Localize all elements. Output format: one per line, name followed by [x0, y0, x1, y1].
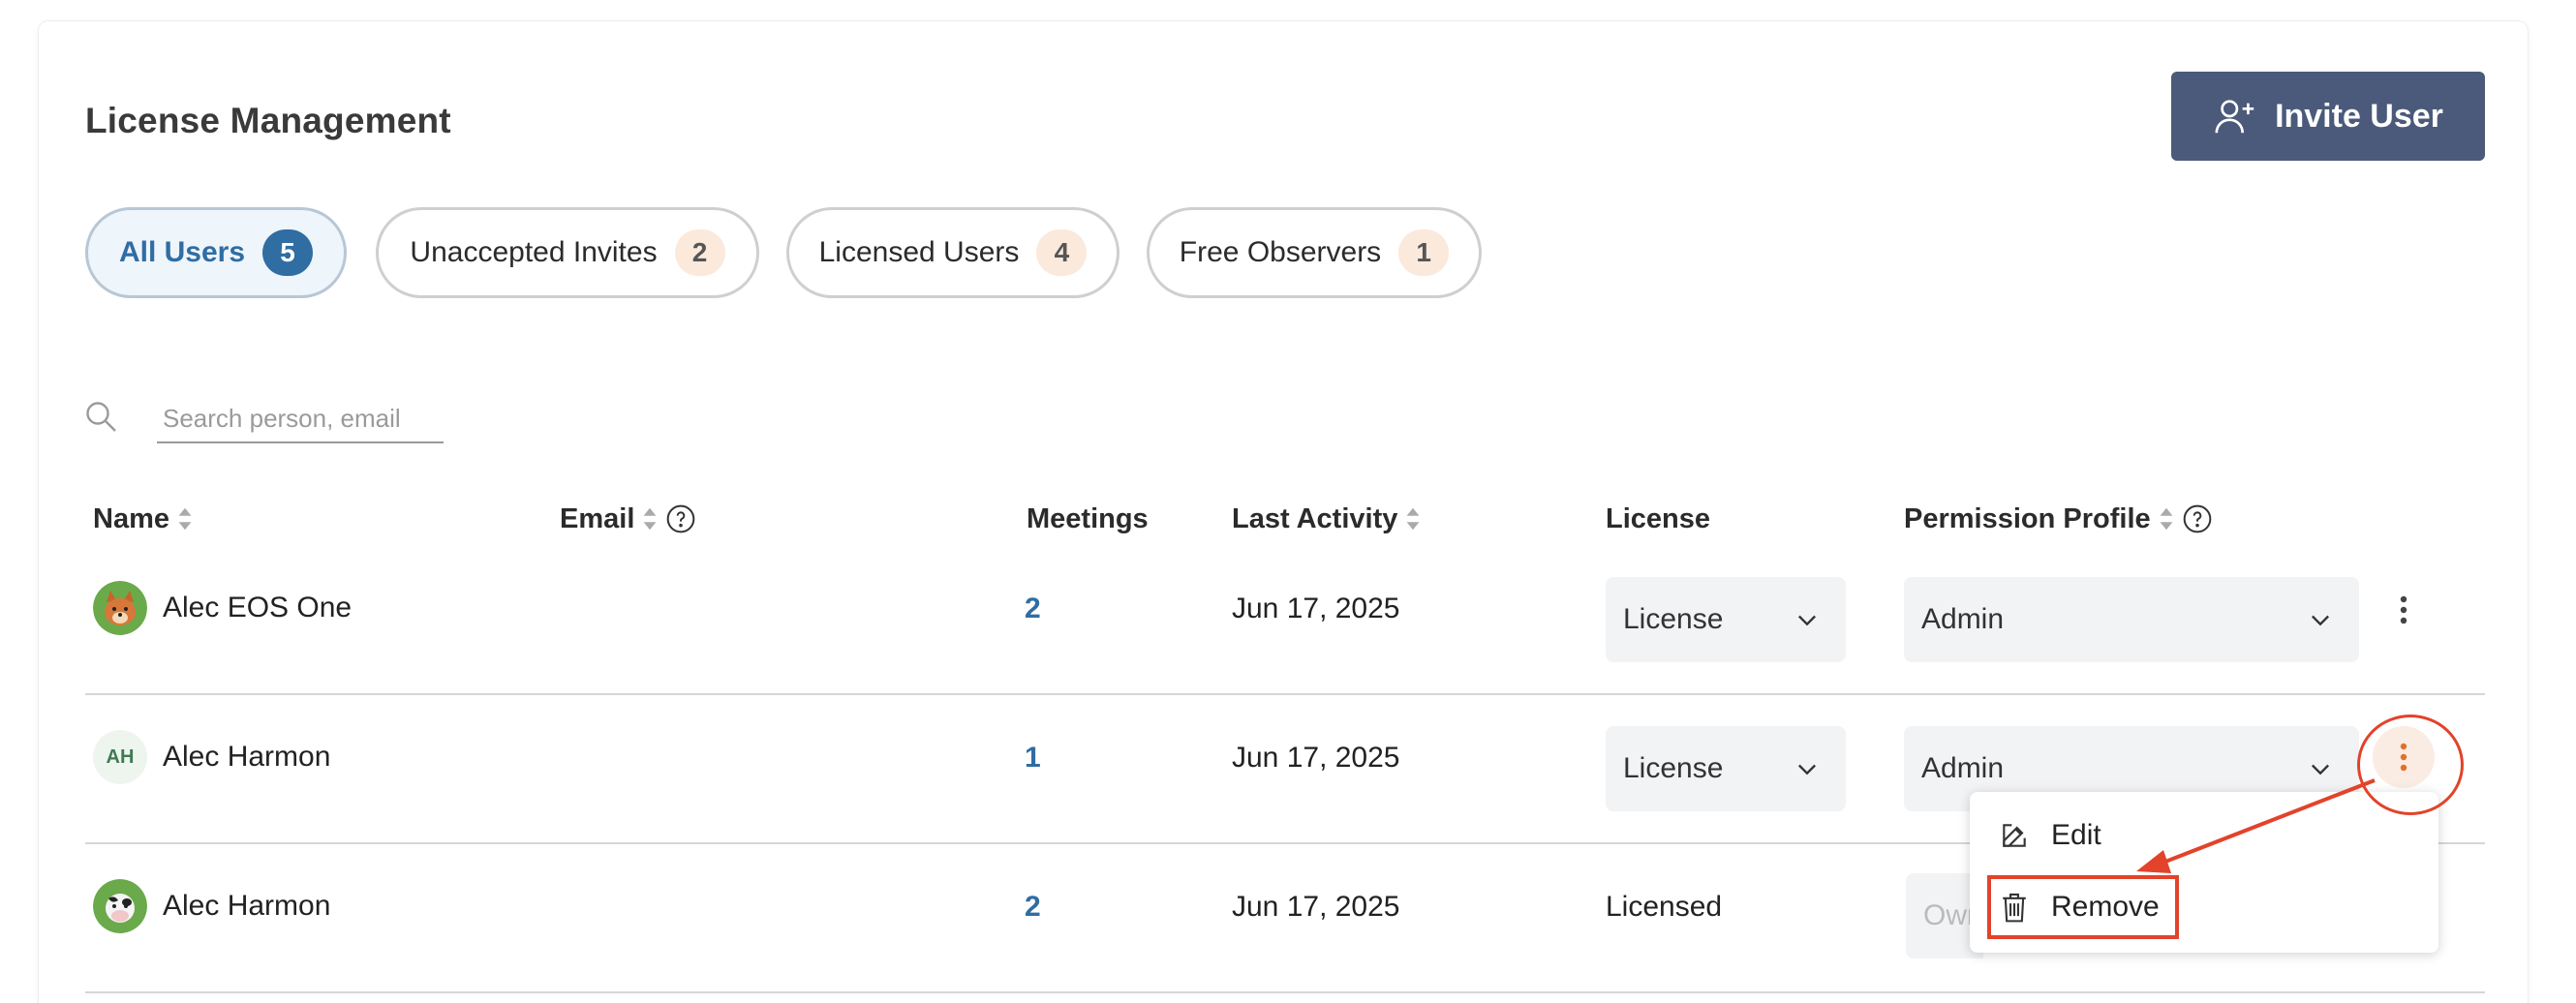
filter-label: Free Observers	[1179, 236, 1382, 268]
sort-icon	[643, 507, 657, 531]
chevron-down-icon	[2312, 615, 2329, 626]
chevron-down-icon	[1798, 764, 1816, 775]
search-input[interactable]	[157, 395, 444, 443]
meetings-count-link[interactable]: 2	[1025, 593, 1041, 625]
count-badge: 5	[262, 229, 314, 276]
user-name-cell: Alec Harmon	[93, 879, 330, 933]
invite-user-label: Invite User	[2275, 97, 2443, 135]
chevron-down-icon	[1798, 615, 1816, 626]
sort-icon	[1406, 507, 1420, 531]
fox-avatar	[93, 581, 147, 635]
filter-label: All Users	[118, 236, 246, 268]
trash-icon	[2003, 893, 2026, 923]
row-actions-button[interactable]	[2378, 585, 2429, 635]
filter-label: Licensed Users	[818, 236, 1020, 268]
row-actions-menu: Edit Remove	[1970, 792, 2438, 953]
more-vertical-icon	[2400, 743, 2407, 772]
user-name: Alec Harmon	[163, 741, 331, 773]
user-name: Alec EOS One	[163, 592, 353, 623]
count-badge: 1	[1398, 229, 1450, 276]
help-icon[interactable]	[665, 503, 696, 534]
user-name: Alec Harmon	[163, 890, 331, 922]
filter-licensed-users[interactable]: Licensed Users 4	[786, 207, 1119, 298]
last-activity: Jun 17, 2025	[1232, 593, 1400, 624]
menu-item-remove[interactable]: Remove	[1999, 891, 2160, 924]
user-name-cell: AH Alec Harmon	[93, 730, 330, 784]
initials-avatar: AH	[93, 730, 147, 784]
help-icon[interactable]	[2182, 503, 2213, 534]
search-icon	[86, 402, 116, 432]
license-select[interactable]: License	[1606, 726, 1846, 811]
filter-free-observers[interactable]: Free Observers 1	[1147, 207, 1482, 298]
count-badge: 2	[674, 229, 725, 276]
column-header-email[interactable]: Email	[560, 502, 696, 536]
filter-unaccepted-invites[interactable]: Unaccepted Invites 2	[376, 207, 759, 298]
row-divider	[85, 991, 2485, 993]
license-select[interactable]: License	[1606, 577, 1846, 662]
row-divider	[85, 693, 2485, 695]
column-header-last-activity[interactable]: Last Activity	[1232, 502, 1421, 536]
invite-user-button[interactable]: Invite User	[2171, 72, 2485, 161]
page-title: License Management	[85, 101, 451, 140]
more-vertical-icon	[2400, 595, 2407, 624]
user-name-cell: Alec EOS One	[93, 581, 352, 635]
chevron-down-icon	[2312, 764, 2329, 775]
last-activity: Jun 17, 2025	[1232, 742, 1400, 774]
meetings-count-link[interactable]: 2	[1025, 891, 1041, 924]
sort-icon	[178, 507, 192, 531]
column-header-permission-profile[interactable]: Permission Profile	[1904, 502, 2213, 536]
column-header-meetings: Meetings	[1027, 502, 1149, 534]
sort-icon	[2160, 507, 2173, 531]
permission-profile-select[interactable]: Admin	[1904, 577, 2359, 662]
filter-all-users[interactable]: All Users 5	[85, 207, 347, 298]
column-header-license: License	[1606, 502, 1710, 534]
filter-label: Unaccepted Invites	[410, 236, 658, 268]
count-badge: 4	[1036, 229, 1088, 276]
license-status: Licensed	[1606, 891, 1723, 923]
cow-avatar	[93, 879, 147, 933]
add-user-icon	[2215, 100, 2254, 134]
meetings-count-link[interactable]: 1	[1025, 742, 1041, 775]
column-header-name[interactable]: Name	[93, 502, 193, 536]
last-activity: Jun 17, 2025	[1232, 891, 1400, 923]
row-actions-button-active[interactable]	[2373, 726, 2435, 788]
menu-item-edit[interactable]: Edit	[1999, 819, 2101, 852]
edit-icon	[2003, 824, 2026, 847]
